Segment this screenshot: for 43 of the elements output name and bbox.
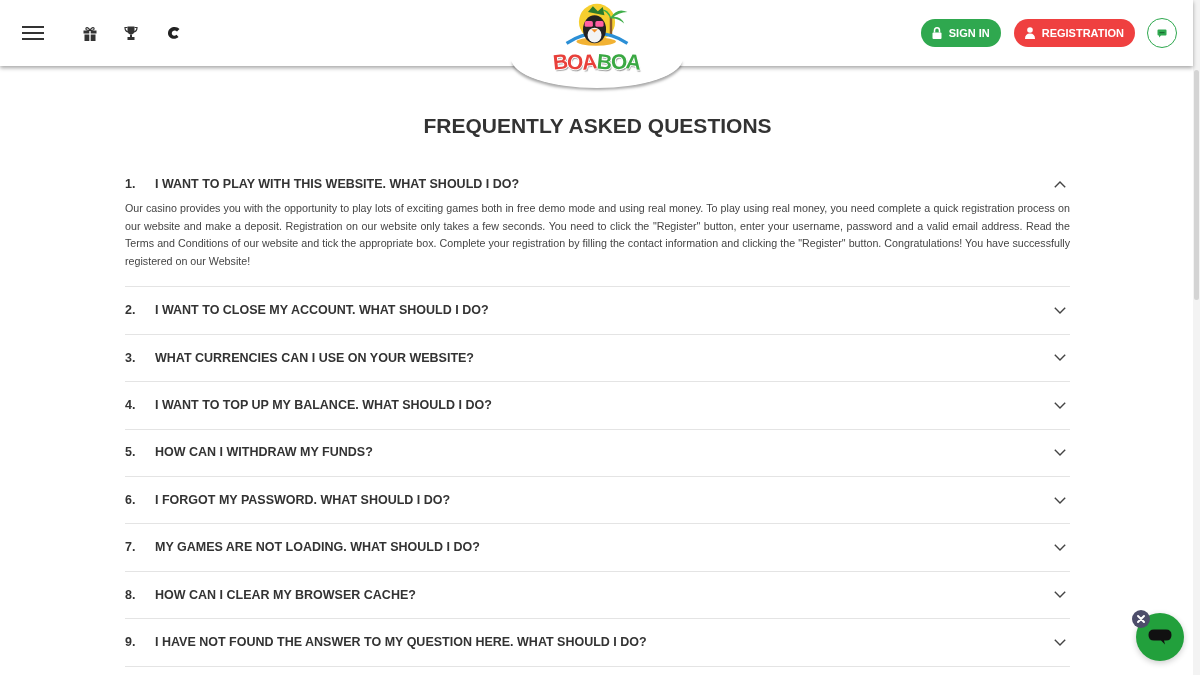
faq-question[interactable]: I WANT TO TOP UP MY BALANCE. WHAT SHOULD I DO? xyxy=(155,396,492,415)
faq-number: 1. xyxy=(125,175,137,193)
faq-question[interactable]: I WANT TO CLOSE MY ACCOUNT. WHAT SHOULD I DO? xyxy=(155,301,489,320)
chat-icon xyxy=(1157,28,1167,38)
chevron-down-icon[interactable] xyxy=(1054,307,1066,315)
faq-number: 9. xyxy=(125,633,137,651)
faq-question[interactable]: I FORGOT MY PASSWORD. WHAT SHOULD I DO? xyxy=(155,490,451,510)
faq-number: 6. xyxy=(125,491,137,509)
trophy-icon[interactable] xyxy=(124,26,138,40)
faq-question[interactable]: MY GAMES ARE NOT LOADING. WHAT SHOULD I DO? xyxy=(155,538,480,557)
faq-question[interactable]: WHAT CURRENCIES CAN I USE ON YOUR WEBSITE? xyxy=(155,348,474,368)
crescent-icon[interactable] xyxy=(167,26,180,40)
faq-question[interactable]: HOW CAN I CLEAR MY BROWSER CACHE? xyxy=(155,585,416,605)
faq-question[interactable]: HOW CAN I WITHDRAW MY FUNDS? xyxy=(155,443,373,463)
logo-text[interactable]: BOABOA xyxy=(552,51,641,72)
menu-icon[interactable] xyxy=(22,26,44,40)
lock-icon xyxy=(931,27,942,39)
faq-question[interactable]: I HAVE NOT FOUND THE ANSWER TO MY QUESTION HERE. WHAT SHOULD I DO? xyxy=(155,632,647,652)
registration-button[interactable]: REGISTRATION xyxy=(1013,19,1135,47)
faq-question[interactable]: I WANT TO PLAY WITH THIS WEBSITE. WHAT SHOULD I DO? xyxy=(155,174,520,194)
chat-button[interactable] xyxy=(1136,613,1184,661)
chevron-down-icon[interactable] xyxy=(1054,449,1066,457)
scrollbar-thumb[interactable] xyxy=(1194,70,1199,300)
chevron-down-icon[interactable] xyxy=(1054,638,1066,646)
faq-number: 4. xyxy=(125,397,137,414)
page-title: FREQUENTLY ASKED QUESTIONS xyxy=(422,113,773,139)
chevron-down-icon[interactable] xyxy=(1054,591,1066,599)
person-icon xyxy=(1024,27,1035,39)
faq-number: 8. xyxy=(125,586,137,604)
scrollbar[interactable] xyxy=(1193,0,1200,675)
faq-number: 5. xyxy=(125,444,137,462)
chevron-up-icon[interactable] xyxy=(1054,180,1066,188)
faq-answer: Our casino provides you with the opportunity to play lots of exciting games both in free demo mode and using real money. To play using real money, you need complete a quick registration process on our website and make a deposit. Registration on our website only takes a few seconds. You need to click the "Register" button, enter your username, password and a valid email address. Read the Terms and Conditions of our website and tick the appropriate box. Complete your registration by filling the contact information and clicking the "Register" button. Congratulations! You have successfully registered on our Website! xyxy=(125,201,1070,269)
chevron-down-icon[interactable] xyxy=(1054,496,1066,504)
chevron-down-icon[interactable] xyxy=(1054,544,1066,552)
close-icon[interactable] xyxy=(1132,610,1150,628)
faq-number: 2. xyxy=(125,302,137,320)
chevron-down-icon[interactable] xyxy=(1054,354,1066,362)
faq-number: 3. xyxy=(125,349,137,367)
chevron-down-icon[interactable] xyxy=(1054,401,1066,409)
chat-bubble-icon xyxy=(1148,629,1172,645)
gift-icon[interactable] xyxy=(83,25,97,41)
faq-number: 7. xyxy=(125,539,137,557)
